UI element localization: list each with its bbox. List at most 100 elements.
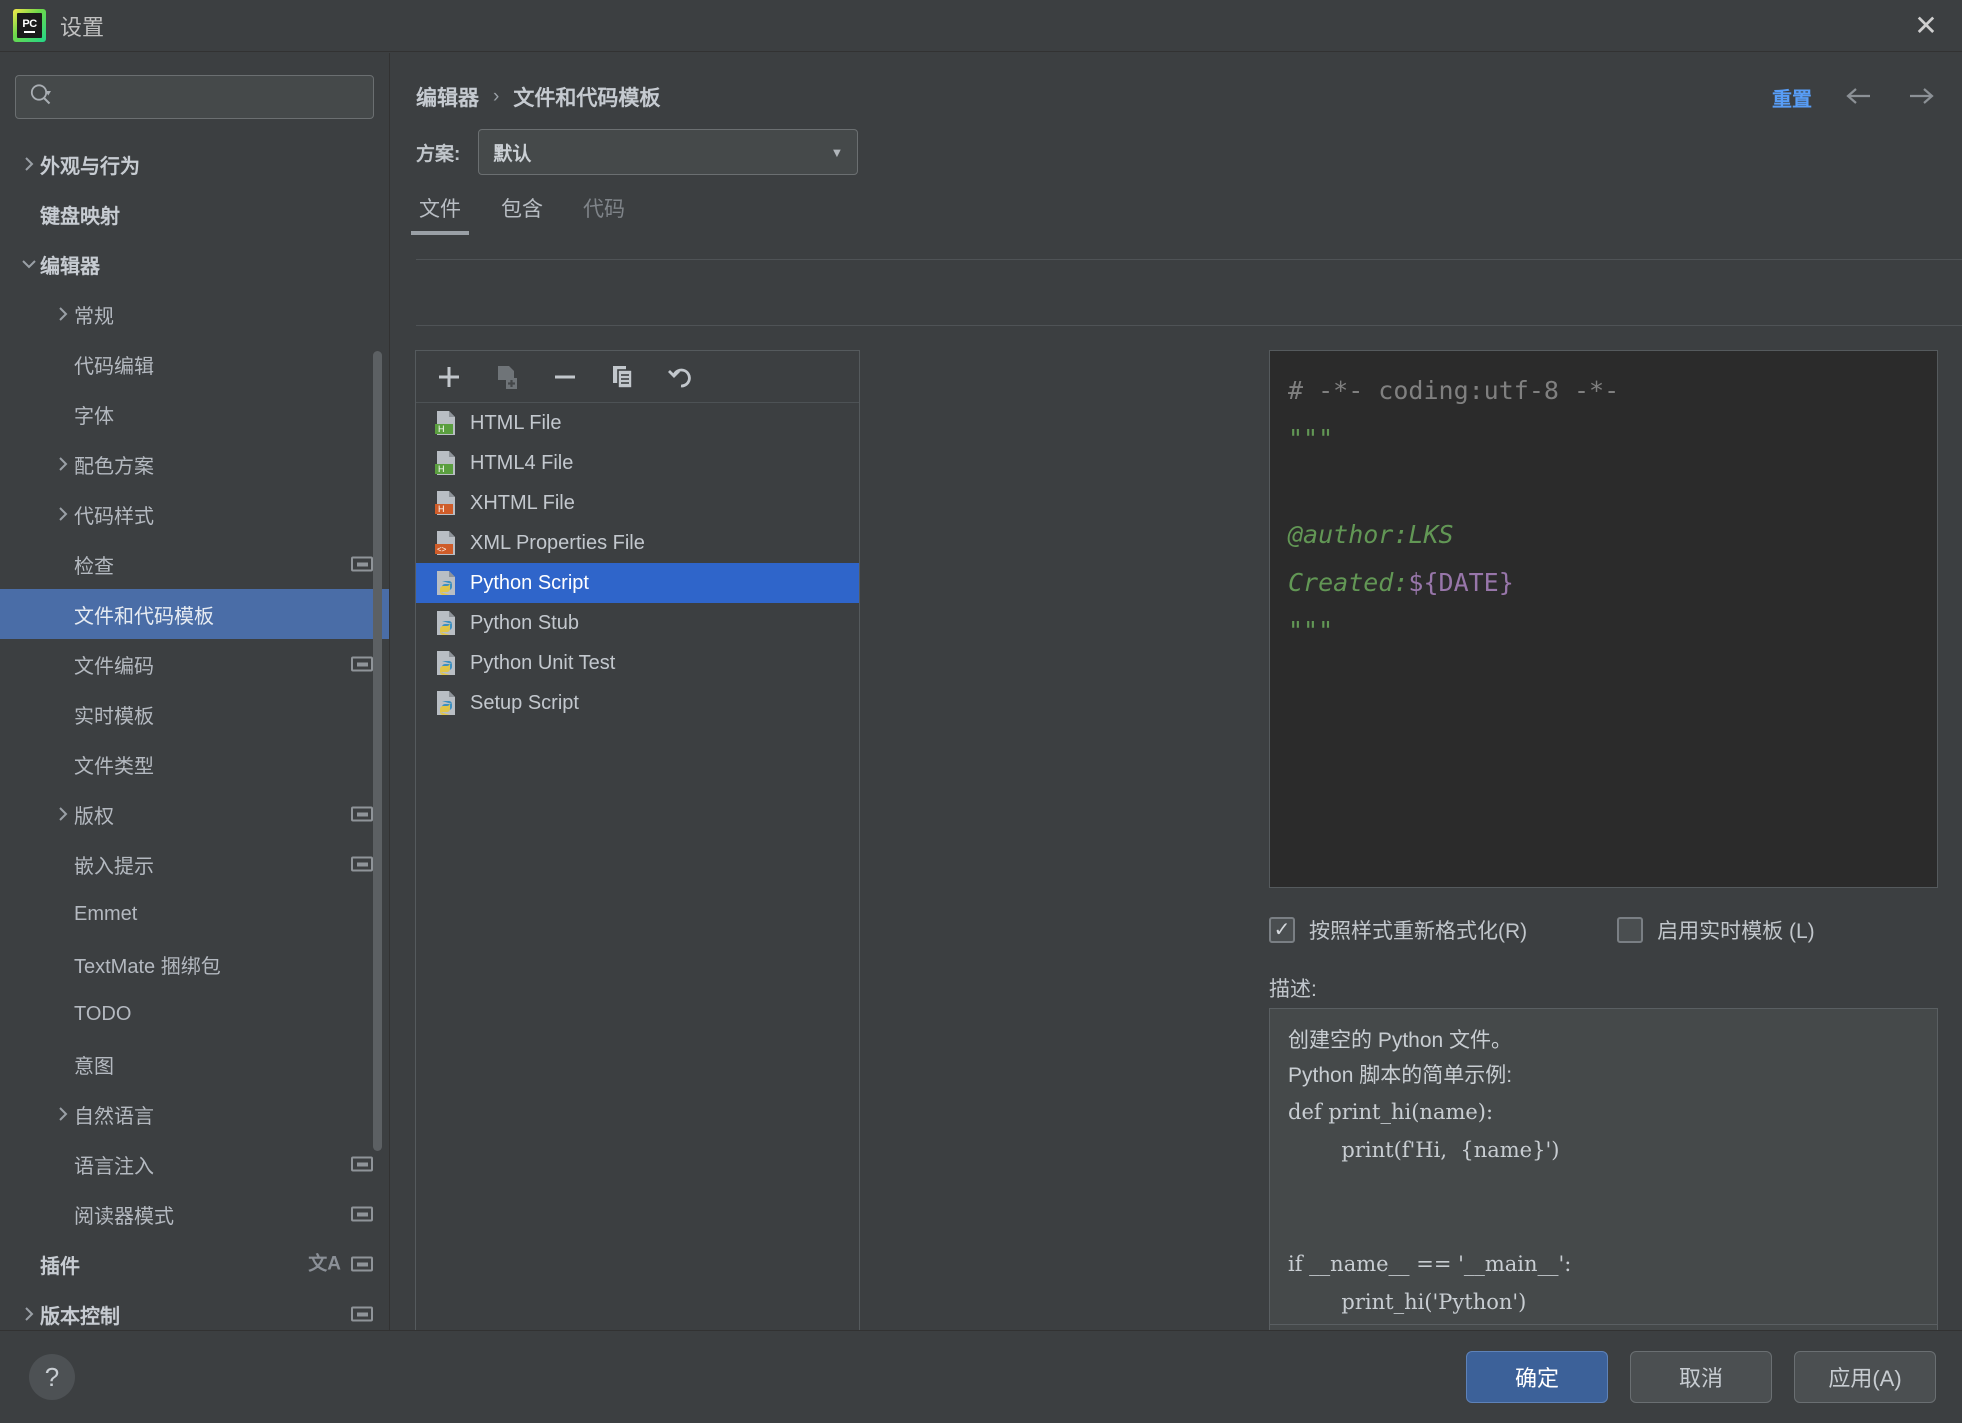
sidebar-item-19[interactable]: 自然语言 (0, 1089, 389, 1139)
chevron-right-icon[interactable] (52, 303, 74, 325)
sidebar-item-label: 阅读器模式 (74, 1205, 174, 1228)
sidebar-item-21[interactable]: 阅读器模式 (0, 1189, 389, 1239)
sidebar-item-label: 自然语言 (74, 1105, 154, 1128)
remove-icon[interactable] (548, 360, 582, 394)
sidebar-item-11[interactable]: 实时模板 (0, 689, 389, 739)
window-title: 设置 (60, 14, 105, 40)
sidebar-item-18[interactable]: 意图 (0, 1039, 389, 1089)
settings-detail-panel: 编辑器 › 文件和代码模板 重置 方案: 默认 ▼ 文件 包含 代码 H HTM… (391, 53, 1962, 1330)
html-file-icon: H (434, 450, 458, 476)
create-from-file-icon (490, 360, 524, 394)
template-list-item[interactable]: Python Script (416, 563, 859, 603)
sidebar-item-label: 键盘映射 (40, 205, 120, 228)
template-code-editor[interactable]: # -*- coding:utf-8 -*- """ @author:LKS C… (1269, 350, 1938, 888)
sidebar-item-2[interactable]: 编辑器 (0, 239, 389, 289)
help-button[interactable]: ? (29, 1354, 75, 1400)
sidebar-item-label: 编辑器 (40, 255, 100, 278)
template-list-item[interactable]: H XHTML File (416, 483, 859, 523)
sidebar-item-label: 实时模板 (74, 705, 154, 728)
chevron-right-icon[interactable] (52, 1103, 74, 1125)
html-file-icon: H (434, 410, 458, 436)
template-list-item-label: Python Script (470, 571, 589, 594)
template-file-list-panel: H HTML File H HTML4 File H XHTML File <> XML Pr… (415, 350, 860, 1330)
search-box[interactable] (15, 75, 374, 119)
chevron-right-icon[interactable] (18, 153, 40, 175)
tab-1[interactable]: 包含 (501, 193, 543, 235)
sidebar-item-10[interactable]: 文件编码 (0, 639, 389, 689)
arrow-left-icon[interactable] (1844, 85, 1874, 111)
sidebar-item-0[interactable]: 外观与行为 (0, 139, 389, 189)
breadcrumb-root[interactable]: 编辑器 (416, 82, 479, 112)
live-template-checkbox[interactable]: 启用实时模板 (L) (1617, 915, 1815, 945)
project-scope-badge-icon (351, 1206, 373, 1222)
sidebar-item-3[interactable]: 常规 (0, 289, 389, 339)
sidebar-item-22[interactable]: 插件 文A (0, 1239, 389, 1289)
chevron-right-icon[interactable] (52, 503, 74, 525)
editor-line-docstring-open: """ (1288, 424, 1334, 453)
sidebar-scrollbar[interactable] (373, 351, 382, 1151)
ok-button[interactable]: 确定 (1466, 1351, 1608, 1403)
sidebar-item-label: 版本控制 (40, 1305, 120, 1328)
revert-icon[interactable] (664, 360, 698, 394)
template-list-item[interactable]: <> XML Properties File (416, 523, 859, 563)
template-list-item-label: Setup Script (470, 691, 579, 714)
reset-button[interactable]: 重置 (1772, 83, 1812, 112)
sidebar-item-1[interactable]: 键盘映射 (0, 189, 389, 239)
svg-text:<>: <> (437, 545, 447, 554)
sidebar-item-23[interactable]: 版本控制 (0, 1289, 389, 1330)
project-scope-badge-icon (351, 556, 373, 572)
sidebar-item-6[interactable]: 配色方案 (0, 439, 389, 489)
tab-2[interactable]: 代码 (583, 193, 625, 235)
scheme-select[interactable]: 默认 ▼ (478, 129, 859, 175)
template-list-item[interactable]: Python Stub (416, 603, 859, 643)
chevron-right-icon[interactable] (18, 1303, 40, 1325)
cancel-button[interactable]: 取消 (1630, 1351, 1772, 1403)
template-list-item[interactable]: H HTML4 File (416, 443, 859, 483)
sidebar-item-13[interactable]: 版权 (0, 789, 389, 839)
copy-icon[interactable] (606, 360, 640, 394)
sidebar-item-7[interactable]: 代码样式 (0, 489, 389, 539)
chevron-right-icon[interactable] (52, 803, 74, 825)
checkbox-box (1617, 917, 1644, 943)
close-icon[interactable]: ✕ (1908, 8, 1944, 44)
sidebar-item-9[interactable]: 文件和代码模板 (0, 589, 389, 639)
python-file-icon (434, 570, 458, 596)
editor-line-created-label: Created: (1288, 568, 1409, 597)
chevron-right-icon[interactable] (52, 453, 74, 475)
template-list-item-label: Python Stub (470, 611, 579, 634)
sidebar-item-17[interactable]: TODO (0, 989, 389, 1039)
sidebar-item-8[interactable]: 检查 (0, 539, 389, 589)
editor-line-author: @author:LKS (1288, 520, 1454, 549)
add-icon[interactable] (432, 360, 466, 394)
sidebar-item-15[interactable]: Emmet (0, 889, 389, 939)
reformat-checkbox[interactable]: ✓ 按照样式重新格式化(R) (1269, 915, 1527, 945)
sidebar-item-4[interactable]: 代码编辑 (0, 339, 389, 389)
search-input[interactable] (62, 88, 361, 106)
sidebar-item-14[interactable]: 嵌入提示 (0, 839, 389, 889)
xhtml-file-icon: H (434, 490, 458, 516)
scheme-divider (416, 259, 1962, 260)
sidebar-item-16[interactable]: TextMate 捆绑包 (0, 939, 389, 989)
template-list-item[interactable]: Setup Script (416, 683, 859, 723)
tab-0[interactable]: 文件 (411, 193, 469, 235)
sidebar-item-label: Emmet (74, 902, 138, 925)
settings-sidebar: 外观与行为键盘映射编辑器常规 代码编辑 字体 配色方案 代码样式 检查 文件和代码模板 文件编… (0, 53, 390, 1330)
xml-file-icon: <> (434, 530, 458, 556)
sidebar-item-label: 版权 (74, 805, 114, 828)
template-list-item[interactable]: Python Unit Test (416, 643, 859, 683)
sidebar-item-12[interactable]: 文件类型 (0, 739, 389, 789)
breadcrumb: 编辑器 › 文件和代码模板 (391, 53, 1962, 113)
template-list-item[interactable]: H HTML File (416, 403, 859, 443)
arrow-right-icon[interactable] (1906, 85, 1936, 111)
apply-button[interactable]: 应用(A) (1794, 1351, 1936, 1403)
chevron-down-icon: ▼ (830, 144, 844, 160)
python-file-icon (434, 610, 458, 636)
editor-line-docstring-close: """ (1288, 616, 1334, 645)
chevron-down-icon[interactable] (18, 253, 40, 275)
template-list-item-label: HTML4 File (470, 451, 574, 474)
description-text-line: 创建空的 Python 文件。 (1288, 1029, 1513, 1052)
sidebar-item-5[interactable]: 字体 (0, 389, 389, 439)
project-scope-badge-icon (351, 1306, 373, 1322)
description-code: def print_hi(name): print(f'Hi, {name}')… (1288, 1100, 1572, 1314)
sidebar-item-20[interactable]: 语言注入 (0, 1139, 389, 1189)
